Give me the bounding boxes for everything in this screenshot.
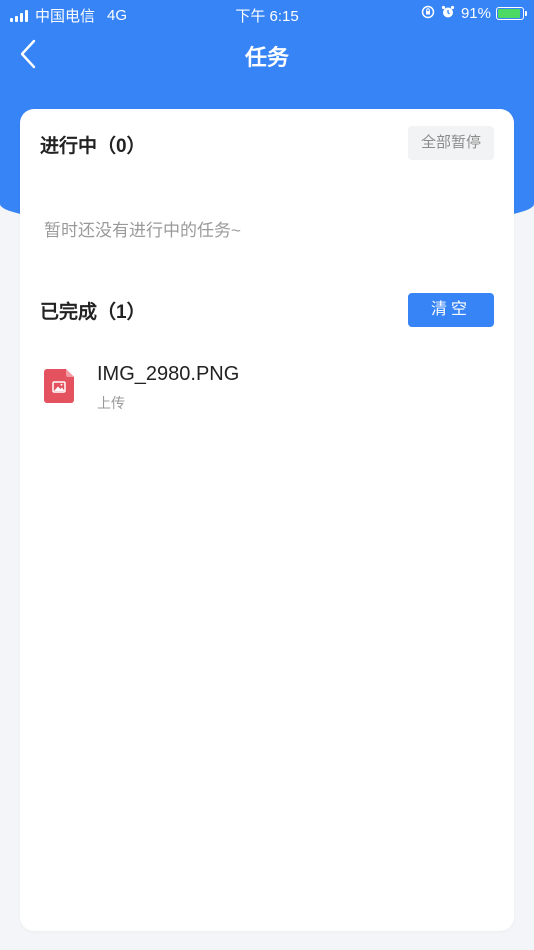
status-right: 91% — [421, 5, 527, 22]
empty-state-text: 暂时还没有进行中的任务~ — [44, 221, 241, 240]
task-card: 进行中（0） 全部暂停 暂时还没有进行中的任务~ 已完成（1） 清空 IMG_2… — [20, 109, 514, 931]
image-file-icon — [44, 369, 74, 403]
battery-percent: 91% — [460, 5, 491, 22]
pause-all-button[interactable]: 全部暂停 — [408, 126, 494, 160]
status-bar: 中国电信 4G 下午 6:15 91% — [0, 0, 534, 28]
task-item[interactable]: IMG_2980.PNG 上传 — [20, 359, 514, 419]
file-name: IMG_2980.PNG — [97, 363, 240, 385]
alarm-icon — [441, 5, 455, 22]
page-title: 任务 — [244, 45, 289, 70]
battery-icon — [496, 7, 527, 20]
task-type: 上传 — [97, 395, 125, 411]
in-progress-title: 进行中（0） — [40, 136, 146, 157]
rotation-lock-icon — [421, 5, 435, 22]
clear-button[interactable]: 清空 — [408, 293, 494, 327]
nav-bar: 任务 — [0, 28, 534, 80]
completed-title: 已完成（1） — [40, 302, 146, 323]
